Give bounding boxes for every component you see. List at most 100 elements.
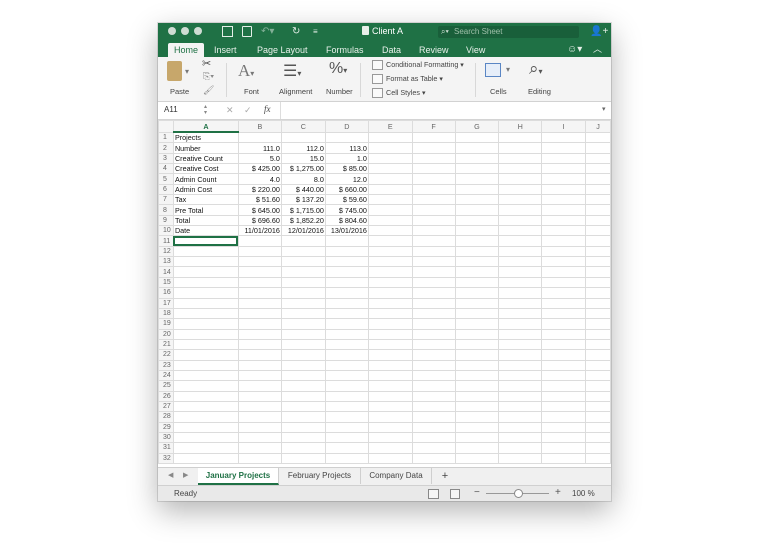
cell-j12[interactable] xyxy=(585,245,611,258)
cell-j11[interactable] xyxy=(585,235,611,247)
cell-e21[interactable] xyxy=(367,338,413,351)
cell-e2[interactable] xyxy=(367,142,413,154)
cell-e20[interactable] xyxy=(367,328,413,340)
cell-i17[interactable] xyxy=(541,297,587,309)
cell-c21[interactable] xyxy=(280,338,326,351)
cell-d8[interactable]: $ 745.00 xyxy=(324,204,369,216)
tab-review[interactable]: Review xyxy=(419,43,449,57)
cell-f2[interactable] xyxy=(411,142,456,154)
cell-c17[interactable] xyxy=(280,297,326,309)
cell-g6[interactable] xyxy=(454,183,500,196)
cell-b13[interactable] xyxy=(237,256,282,268)
cell-e22[interactable] xyxy=(367,349,413,361)
row-header[interactable]: 9 xyxy=(158,214,174,227)
cell-g24[interactable] xyxy=(454,369,500,382)
cell-i1[interactable] xyxy=(541,131,587,144)
cell-f26[interactable] xyxy=(411,390,456,402)
cell-a22[interactable] xyxy=(172,349,239,361)
cell-h21[interactable] xyxy=(498,338,543,351)
close-window-button[interactable] xyxy=(168,27,176,35)
cell-j16[interactable] xyxy=(585,287,611,299)
row-header[interactable]: 27 xyxy=(158,400,174,413)
column-header-a[interactable]: A xyxy=(172,120,239,133)
cell-b20[interactable] xyxy=(237,328,282,340)
cell-j10[interactable] xyxy=(585,225,611,237)
cell-d30[interactable] xyxy=(324,431,369,444)
cell-e28[interactable] xyxy=(367,411,413,423)
cell-h9[interactable] xyxy=(498,214,543,227)
cell-h13[interactable] xyxy=(498,256,543,268)
cell-e4[interactable] xyxy=(367,163,413,175)
column-header-f[interactable]: F xyxy=(411,120,456,133)
cell-e3[interactable] xyxy=(367,152,413,165)
cell-i9[interactable] xyxy=(541,214,587,227)
zoom-window-button[interactable] xyxy=(194,27,202,35)
cell-f27[interactable] xyxy=(411,400,456,413)
cell-d24[interactable] xyxy=(324,369,369,382)
cell-f28[interactable] xyxy=(411,411,456,423)
cell-c23[interactable] xyxy=(280,359,326,371)
cell-c25[interactable] xyxy=(280,380,326,392)
cell-i31[interactable] xyxy=(541,442,587,454)
cell-j18[interactable] xyxy=(585,307,611,320)
cell-c15[interactable] xyxy=(280,276,326,289)
cell-h31[interactable] xyxy=(498,442,543,454)
cell-b5[interactable]: 4.0 xyxy=(237,173,282,185)
alignment-icon[interactable]: ☰▾ xyxy=(283,61,301,81)
cell-d6[interactable]: $ 660.00 xyxy=(324,183,369,196)
cell-h3[interactable] xyxy=(498,152,543,165)
cell-c9[interactable]: $ 1,852.20 xyxy=(280,214,326,227)
cell-a7[interactable]: Tax xyxy=(172,194,239,206)
cell-c29[interactable] xyxy=(280,421,326,433)
cell-a12[interactable] xyxy=(172,245,239,258)
cell-g2[interactable] xyxy=(454,142,500,154)
cell-f22[interactable] xyxy=(411,349,456,361)
cell-c14[interactable] xyxy=(280,266,326,278)
cell-b4[interactable]: $ 425.00 xyxy=(237,163,282,175)
cell-j15[interactable] xyxy=(585,276,611,289)
cell-c13[interactable] xyxy=(280,256,326,268)
cell-f18[interactable] xyxy=(411,307,456,320)
cell-j23[interactable] xyxy=(585,359,611,371)
conditional-formatting-button[interactable]: Conditional Formatting ▾ xyxy=(386,60,464,70)
cell-g21[interactable] xyxy=(454,338,500,351)
paste-icon[interactable] xyxy=(167,61,182,81)
cell-h30[interactable] xyxy=(498,431,543,444)
cell-j8[interactable] xyxy=(585,204,611,216)
cell-e30[interactable] xyxy=(367,431,413,444)
cell-h1[interactable] xyxy=(498,131,543,144)
cell-d29[interactable] xyxy=(324,421,369,433)
row-header[interactable]: 16 xyxy=(158,287,174,299)
cell-c11[interactable] xyxy=(280,235,326,247)
cell-d13[interactable] xyxy=(324,256,369,268)
cell-g10[interactable] xyxy=(454,225,500,237)
cell-g4[interactable] xyxy=(454,163,500,175)
tab-formulas[interactable]: Formulas xyxy=(326,43,364,57)
row-header[interactable]: 2 xyxy=(158,142,174,154)
cell-f29[interactable] xyxy=(411,421,456,433)
cell-j6[interactable] xyxy=(585,183,611,196)
cell-f11[interactable] xyxy=(411,235,456,247)
row-header[interactable]: 7 xyxy=(158,194,174,206)
cell-h14[interactable] xyxy=(498,266,543,278)
cell-f9[interactable] xyxy=(411,214,456,227)
row-header[interactable]: 3 xyxy=(158,152,174,165)
name-box-stepper-icon[interactable]: ▴ ▾ xyxy=(204,104,207,116)
cell-a31[interactable] xyxy=(172,442,239,454)
cell-i19[interactable] xyxy=(541,318,587,330)
cell-d9[interactable]: $ 804.60 xyxy=(324,214,369,227)
cell-g18[interactable] xyxy=(454,307,500,320)
cell-h27[interactable] xyxy=(498,400,543,413)
cell-b12[interactable] xyxy=(237,245,282,258)
smiley-feedback-icon[interactable]: ☺▾ xyxy=(567,44,582,55)
cell-e10[interactable] xyxy=(367,225,413,237)
cell-i10[interactable] xyxy=(541,225,587,237)
row-header[interactable]: 29 xyxy=(158,421,174,433)
cell-b19[interactable] xyxy=(237,318,282,330)
cell-i23[interactable] xyxy=(541,359,587,371)
format-painter-icon[interactable]: 🖌 xyxy=(203,85,214,96)
cell-b22[interactable] xyxy=(237,349,282,361)
customize-toolbar-icon[interactable]: ≡ xyxy=(313,26,318,37)
cell-e1[interactable] xyxy=(367,131,413,144)
cell-j29[interactable] xyxy=(585,421,611,433)
